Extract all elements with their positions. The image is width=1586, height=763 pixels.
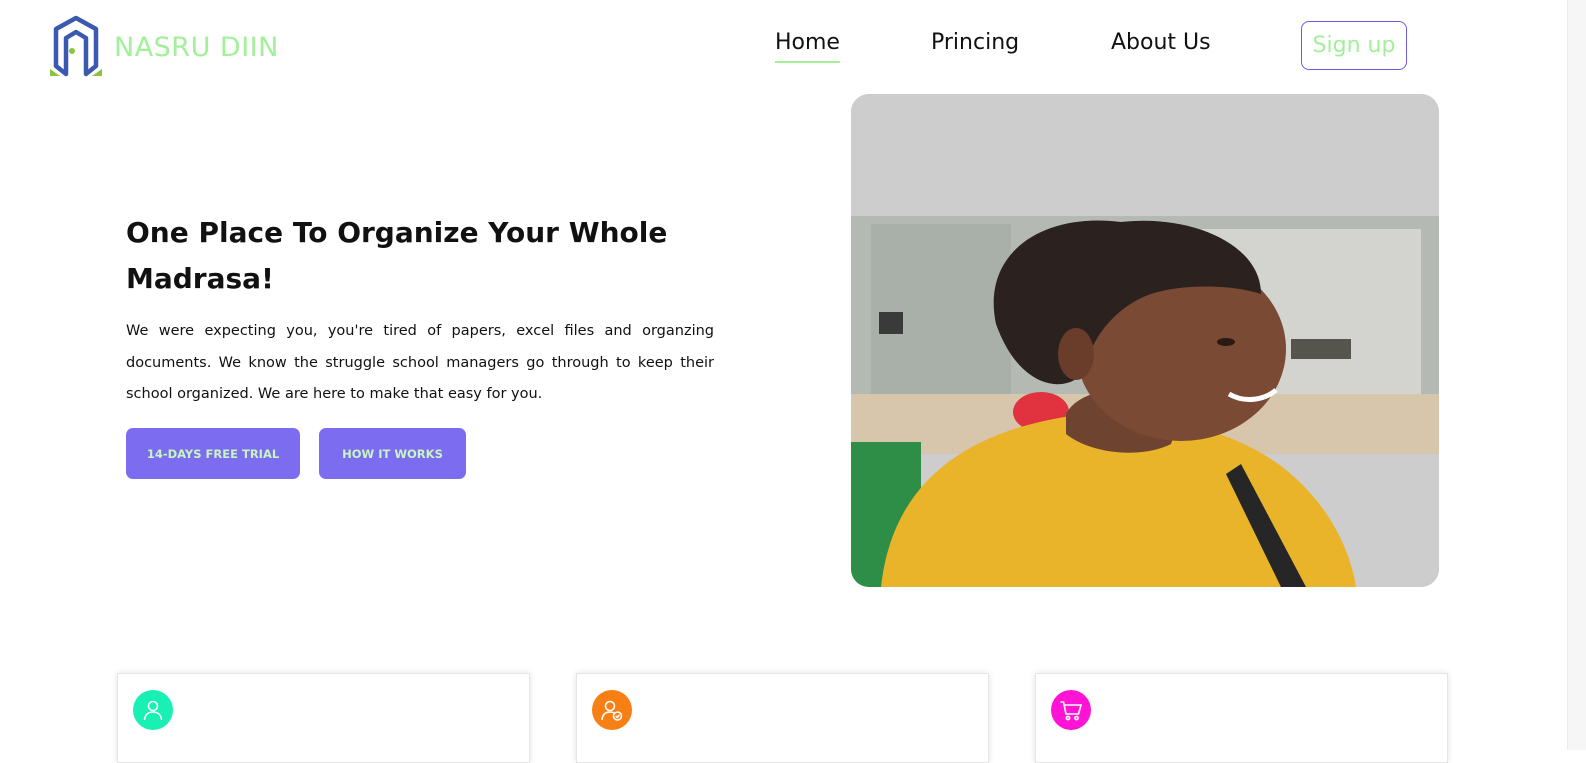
cart-icon <box>1051 690 1091 730</box>
nav-home[interactable]: Home <box>775 30 840 63</box>
nav-pricing[interactable]: Princing <box>931 30 1019 61</box>
signup-button[interactable]: Sign up <box>1301 21 1407 70</box>
how-it-works-button[interactable]: HOW IT WORKS <box>319 428 466 479</box>
user-check-icon <box>592 690 632 730</box>
free-trial-button[interactable]: 14-DAYS FREE TRIAL <box>126 428 300 479</box>
hero-image <box>851 94 1439 587</box>
hexagon-logo-icon <box>50 15 102 77</box>
hero-title: One Place To Organize Your Whole Madrasa… <box>126 216 668 295</box>
smiling-child-photo <box>851 94 1439 587</box>
user-icon <box>133 690 173 730</box>
hero-description: We were expecting you, you're tired of p… <box>126 323 714 402</box>
page-scrollbar[interactable] <box>1567 0 1586 750</box>
nav-about-us[interactable]: About Us <box>1111 30 1211 61</box>
brand-name: NASRU DIIN <box>114 31 279 63</box>
brand-logo[interactable]: NASRU DIIN <box>50 14 279 80</box>
